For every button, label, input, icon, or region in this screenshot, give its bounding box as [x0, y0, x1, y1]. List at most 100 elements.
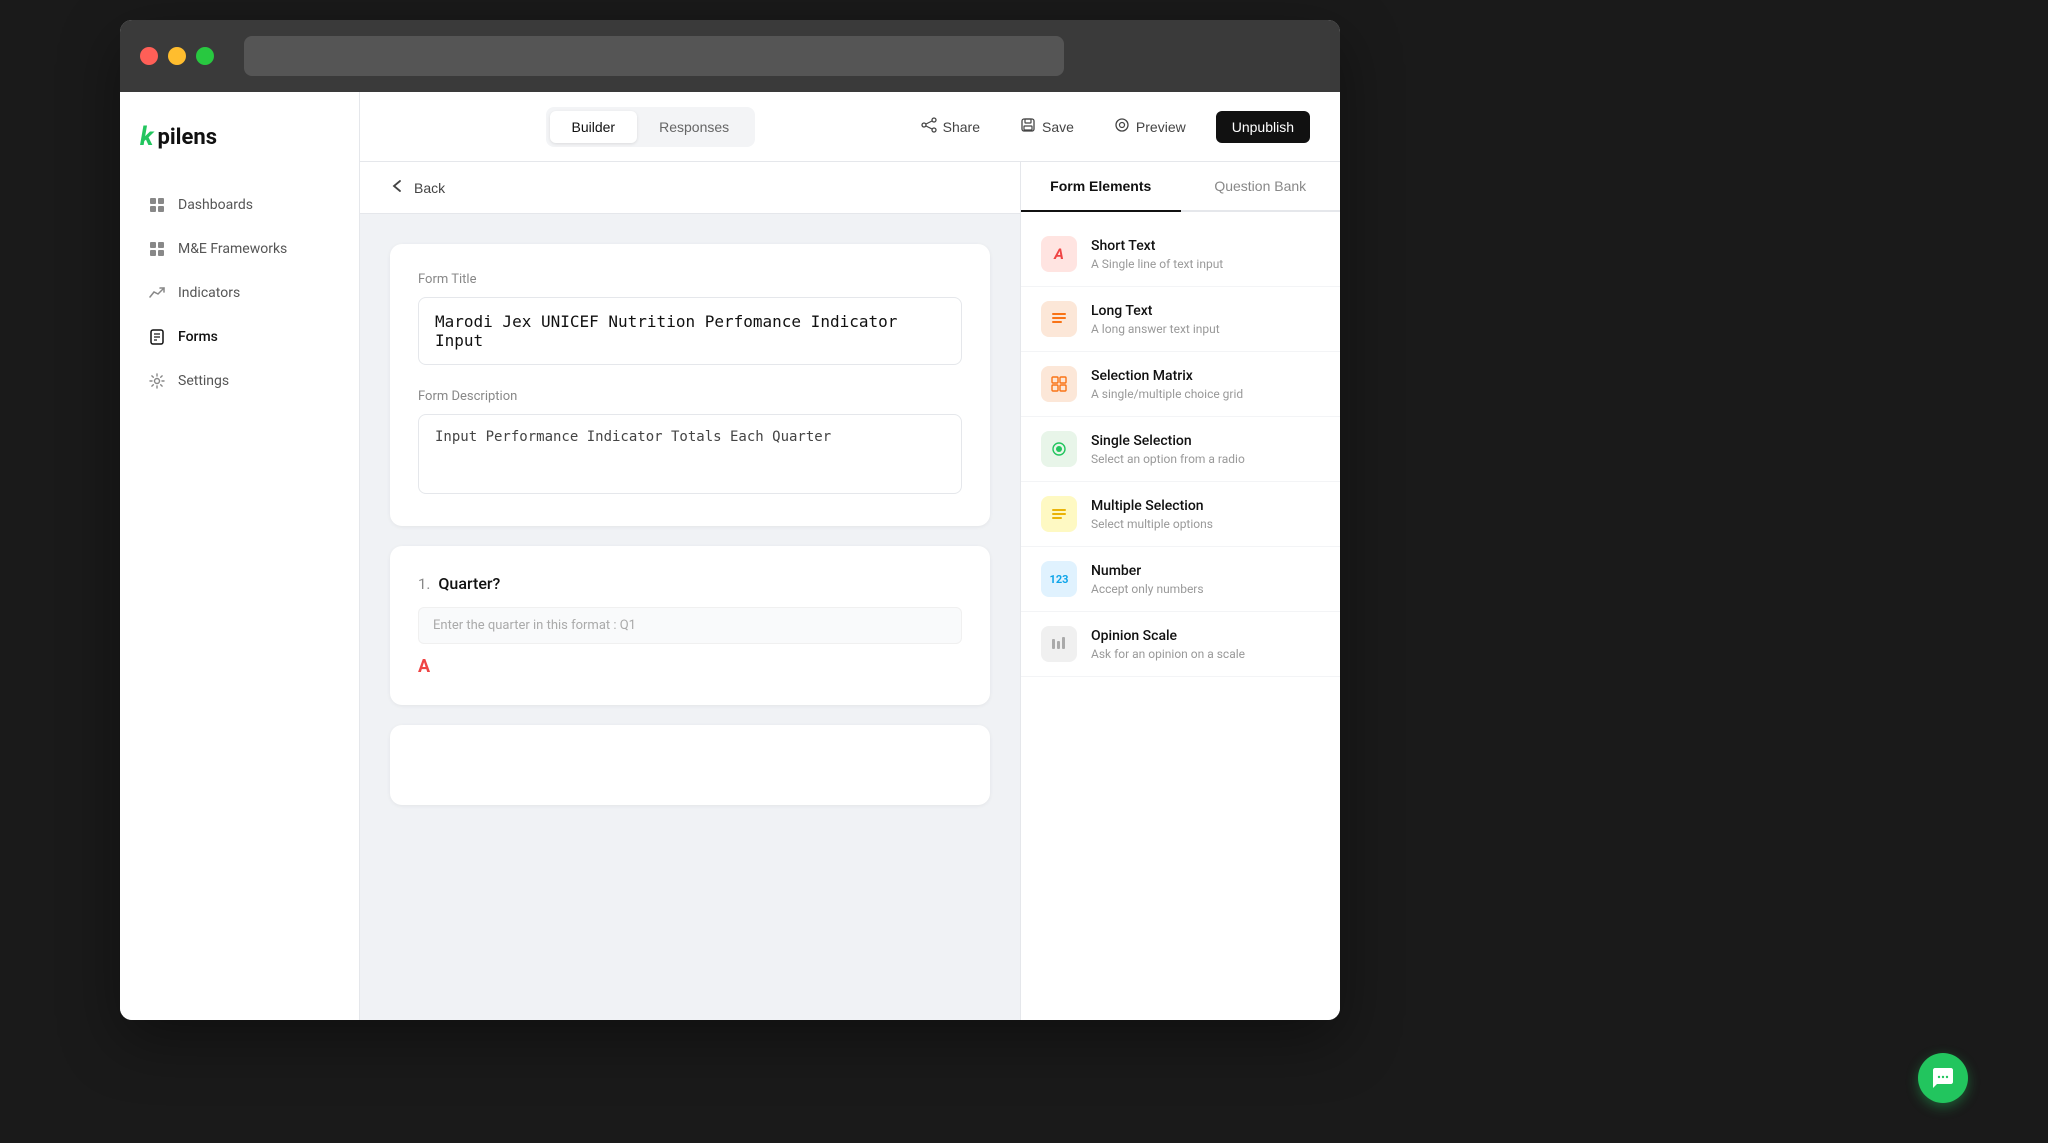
element-long-text[interactable]: Long Text A long answer text input [1021, 287, 1340, 352]
tab-form-elements[interactable]: Form Elements [1021, 162, 1181, 212]
form-desc-input[interactable] [418, 414, 962, 494]
chat-fab[interactable] [1918, 1053, 1968, 1103]
trending-icon [148, 284, 166, 302]
form-title-label: Form Title [418, 272, 962, 287]
save-button[interactable]: Save [1010, 111, 1084, 142]
form-title-input[interactable] [418, 297, 962, 365]
question-hint: Enter the quarter in this format : Q1 [418, 607, 962, 644]
long-text-desc: A long answer text input [1091, 322, 1320, 336]
view-tabs: Builder Responses [546, 107, 756, 147]
back-label: Back [414, 180, 445, 196]
sidebar-item-label: Indicators [178, 285, 240, 301]
matrix-name: Selection Matrix [1091, 368, 1320, 384]
opinion-icon [1041, 626, 1077, 662]
short-text-desc: A Single line of text input [1091, 257, 1320, 271]
element-opinion-scale[interactable]: Opinion Scale Ask for an opinion on a sc… [1021, 612, 1340, 677]
long-text-name: Long Text [1091, 303, 1320, 319]
logo-icon: k [140, 122, 153, 152]
sidebar-item-label: Forms [178, 329, 218, 345]
top-header: Builder Responses [360, 92, 1340, 162]
multi-desc: Select multiple options [1091, 517, 1320, 531]
save-icon [1020, 117, 1036, 136]
sidebar: kpilens Dashboards [120, 92, 360, 1020]
panel-tabs: Form Elements Question Bank [1021, 162, 1340, 212]
short-text-info: Short Text A Single line of text input [1091, 238, 1320, 271]
unpublish-label: Unpublish [1232, 119, 1294, 135]
sidebar-item-indicators[interactable]: Indicators [128, 272, 351, 314]
preview-icon [1114, 117, 1130, 136]
number-icon: 123 [1041, 561, 1077, 597]
opinion-desc: Ask for an opinion on a scale [1091, 647, 1320, 661]
logo: kpilens [120, 112, 359, 182]
multi-info: Multiple Selection Select multiple optio… [1091, 498, 1320, 531]
panel-items: A Short Text A Single line of text input [1021, 212, 1340, 1020]
preview-label: Preview [1136, 119, 1186, 135]
long-text-info: Long Text A long answer text input [1091, 303, 1320, 336]
element-multiple-selection[interactable]: Multiple Selection Select multiple optio… [1021, 482, 1340, 547]
question-card-2 [390, 725, 990, 805]
content-area: Back Form Title Form Description [360, 162, 1340, 1020]
unpublish-button[interactable]: Unpublish [1216, 111, 1310, 143]
number-info: Number Accept only numbers [1091, 563, 1320, 596]
element-single-selection[interactable]: Single Selection Select an option from a… [1021, 417, 1340, 482]
matrix-desc: A single/multiple choice grid [1091, 387, 1320, 401]
main-content: Builder Responses [360, 92, 1340, 1020]
preview-button[interactable]: Preview [1104, 111, 1196, 142]
question-card-1: 1. Quarter? Enter the quarter in this fo… [390, 546, 990, 705]
sidebar-item-forms[interactable]: Forms [128, 316, 351, 358]
form-desc-label: Form Description [418, 389, 962, 404]
grid2-icon [148, 240, 166, 258]
sidebar-item-settings[interactable]: Settings [128, 360, 351, 402]
question-type-icon: A [418, 656, 962, 677]
logo-text: pilens [157, 125, 217, 150]
share-label: Share [943, 119, 980, 135]
number-desc: Accept only numbers [1091, 582, 1320, 596]
matrix-icon [1041, 366, 1077, 402]
multi-name: Multiple Selection [1091, 498, 1320, 514]
single-icon [1041, 431, 1077, 467]
element-selection-matrix[interactable]: Selection Matrix A single/multiple choic… [1021, 352, 1340, 417]
tab-responses[interactable]: Responses [637, 111, 751, 143]
sidebar-item-label: Dashboards [178, 197, 253, 213]
back-bar: Back [360, 162, 1020, 214]
sidebar-item-frameworks[interactable]: M&E Frameworks [128, 228, 351, 270]
matrix-info: Selection Matrix A single/multiple choic… [1091, 368, 1320, 401]
sidebar-item-label: Settings [178, 373, 229, 389]
gear-icon [148, 372, 166, 390]
minimize-button[interactable] [168, 47, 186, 65]
question-number: 1. [418, 575, 430, 593]
back-button[interactable]: Back [390, 178, 445, 197]
maximize-button[interactable] [196, 47, 214, 65]
form-area: Form Title Form Description 1. Quarter? [360, 214, 1020, 1020]
right-panel: Form Elements Question Bank A Short Text… [1020, 162, 1340, 1020]
single-name: Single Selection [1091, 433, 1320, 449]
question-row-1: 1. Quarter? [418, 574, 962, 593]
question-text: Quarter? [438, 574, 500, 593]
long-text-icon [1041, 301, 1077, 337]
sidebar-item-dashboards[interactable]: Dashboards [128, 184, 351, 226]
opinion-name: Opinion Scale [1091, 628, 1320, 644]
document-icon [148, 328, 166, 346]
titlebar [120, 20, 1340, 92]
form-meta-card: Form Title Form Description [390, 244, 990, 526]
element-short-text[interactable]: A Short Text A Single line of text input [1021, 222, 1340, 287]
single-info: Single Selection Select an option from a… [1091, 433, 1320, 466]
header-actions: Share Save [911, 111, 1310, 143]
address-bar[interactable] [244, 36, 1064, 76]
multi-icon [1041, 496, 1077, 532]
short-text-name: Short Text [1091, 238, 1320, 254]
opinion-info: Opinion Scale Ask for an opinion on a sc… [1091, 628, 1320, 661]
number-name: Number [1091, 563, 1320, 579]
grid-icon [148, 196, 166, 214]
sidebar-item-label: M&E Frameworks [178, 241, 287, 257]
tab-question-bank[interactable]: Question Bank [1181, 162, 1341, 212]
back-arrow-icon [390, 178, 406, 197]
share-button[interactable]: Share [911, 111, 990, 142]
share-icon [921, 117, 937, 136]
single-desc: Select an option from a radio [1091, 452, 1320, 466]
tab-builder[interactable]: Builder [550, 111, 638, 143]
element-number[interactable]: 123 Number Accept only numbers [1021, 547, 1340, 612]
close-button[interactable] [140, 47, 158, 65]
short-text-icon: A [1041, 236, 1077, 272]
save-label: Save [1042, 119, 1074, 135]
